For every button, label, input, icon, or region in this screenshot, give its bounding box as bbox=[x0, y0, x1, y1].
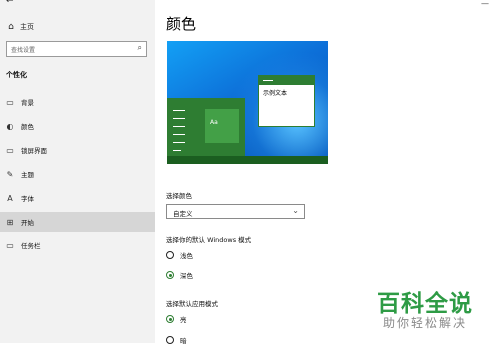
back-arrow-icon[interactable]: ← bbox=[6, 0, 14, 6]
search-icon[interactable]: ⌕ bbox=[138, 43, 142, 53]
sidebar-item-colors[interactable]: ◐ 颜色 bbox=[0, 118, 155, 134]
preview-tile: Aa bbox=[205, 109, 239, 143]
minimize-button[interactable]: — bbox=[481, 0, 489, 8]
sidebar-item-label: 锁屏界面 bbox=[21, 147, 47, 155]
dropdown-value: 自定义 bbox=[173, 210, 193, 218]
sidebar-item-lock-screen[interactable]: ▭ 锁屏界面 bbox=[0, 142, 155, 158]
windows-mode-label: 选择你的默认 Windows 模式 bbox=[166, 236, 252, 244]
preview-start-menu: Aa bbox=[167, 98, 245, 156]
preview-window-text: 示例文本 bbox=[263, 90, 288, 97]
start-menu-line bbox=[173, 118, 185, 119]
sidebar-item-fonts[interactable]: A 字体 bbox=[0, 190, 155, 206]
palette-icon: ◐ bbox=[6, 121, 14, 131]
app-mode-label: 选择默认应用模式 bbox=[166, 300, 218, 308]
section-heading-personalization: 个性化 bbox=[6, 71, 27, 79]
start-icon: ⊞ bbox=[6, 217, 14, 227]
titlebar-dash bbox=[263, 80, 273, 81]
page-title: 颜色 bbox=[166, 15, 197, 33]
radio-circle[interactable] bbox=[166, 251, 174, 259]
sidebar-item-label: 背景 bbox=[21, 99, 34, 107]
watermark-subtitle: 助你轻松解决 bbox=[383, 316, 468, 330]
radio-label: 暗 bbox=[180, 337, 187, 345]
radio-windows-light[interactable]: 浅色 bbox=[166, 249, 193, 261]
font-icon: A bbox=[7, 193, 13, 203]
taskbar-icon: ▭ bbox=[6, 240, 14, 250]
sidebar-item-themes[interactable]: ✎ 主题 bbox=[0, 166, 155, 182]
color-preview: Aa 示例文本 bbox=[167, 41, 328, 164]
sidebar-item-label: 开始 bbox=[21, 219, 34, 227]
lock-screen-icon: ▭ bbox=[6, 145, 14, 155]
sidebar-item-background[interactable]: ▭ 背景 bbox=[0, 94, 155, 110]
preview-window-titlebar bbox=[259, 76, 314, 85]
start-menu-line bbox=[173, 142, 185, 143]
background-image-icon: ▭ bbox=[6, 97, 14, 107]
settings-sidebar: ← ⌂ 主页 查找设置 ⌕ 个性化 ▭ 背景 ◐ 颜色 ▭ 锁屏界面 ✎ 主题 … bbox=[0, 0, 155, 343]
radio-circle-selected[interactable] bbox=[166, 271, 174, 279]
theme-brush-icon: ✎ bbox=[6, 169, 14, 179]
preview-window: 示例文本 bbox=[258, 75, 315, 127]
sidebar-item-label: 颜色 bbox=[21, 123, 34, 131]
radio-label: 亮 bbox=[180, 316, 187, 324]
sidebar-item-start[interactable]: ⊞ 开始 bbox=[0, 212, 155, 232]
radio-app-light[interactable]: 亮 bbox=[166, 313, 187, 325]
search-placeholder: 查找设置 bbox=[11, 47, 36, 54]
home-icon: ⌂ bbox=[8, 22, 14, 32]
search-settings-input[interactable]: 查找设置 ⌕ bbox=[6, 41, 147, 57]
sidebar-item-label: 主题 bbox=[21, 171, 34, 179]
choose-color-dropdown[interactable]: 自定义 ⌄ bbox=[166, 204, 305, 219]
watermark-title: 百科全说 bbox=[377, 291, 473, 317]
preview-tile-text: Aa bbox=[210, 119, 218, 126]
start-menu-line bbox=[173, 150, 181, 151]
start-menu-line bbox=[173, 134, 185, 135]
sidebar-item-taskbar[interactable]: ▭ 任务栏 bbox=[0, 237, 155, 253]
preview-taskbar bbox=[167, 156, 328, 164]
radio-label: 浅色 bbox=[180, 252, 193, 260]
choose-color-label: 选择颜色 bbox=[166, 192, 192, 200]
title-bar: ← bbox=[0, 0, 155, 12]
home-nav-item[interactable]: ⌂ 主页 bbox=[6, 20, 34, 34]
chevron-down-icon: ⌄ bbox=[292, 206, 299, 215]
home-label: 主页 bbox=[20, 23, 34, 31]
sidebar-item-label: 字体 bbox=[21, 195, 34, 203]
start-menu-line bbox=[173, 126, 185, 127]
radio-label: 深色 bbox=[180, 272, 193, 280]
start-menu-line bbox=[173, 110, 185, 111]
radio-circle-selected[interactable] bbox=[166, 315, 174, 323]
radio-windows-dark[interactable]: 深色 bbox=[166, 269, 193, 281]
radio-app-dark[interactable]: 暗 bbox=[166, 334, 187, 346]
sidebar-item-label: 任务栏 bbox=[21, 242, 41, 250]
